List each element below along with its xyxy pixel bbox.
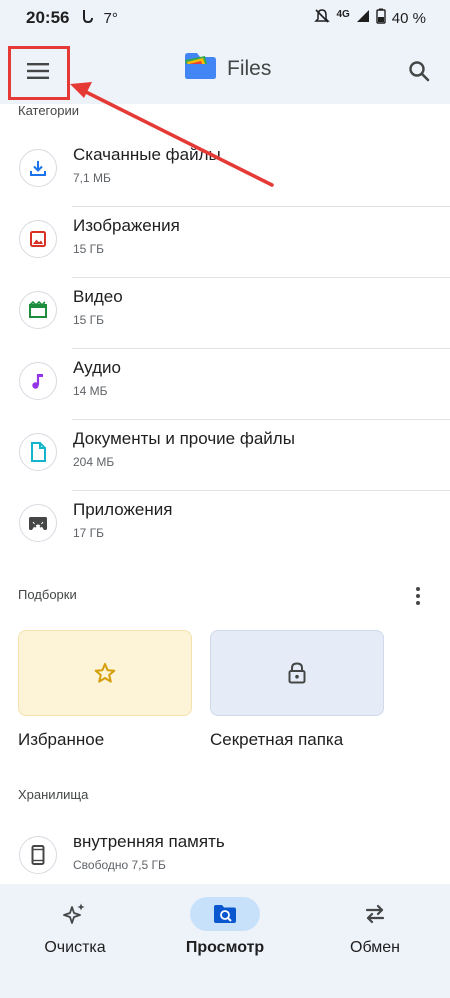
divider [72, 348, 450, 349]
safe-folder-label: Секретная папка [210, 730, 344, 749]
audio-icon [32, 374, 43, 389]
safe-folder-card[interactable] [210, 630, 384, 716]
nav-browse[interactable]: Просмотр [150, 884, 300, 998]
category-name: Видео [73, 287, 123, 306]
category-name: Скачанные файлы [73, 145, 221, 164]
divider [72, 206, 450, 207]
more-vert-icon [416, 587, 420, 591]
category-size: 14 МБ [73, 384, 108, 398]
app-title: Files [183, 52, 271, 86]
signal-icon [356, 9, 370, 27]
nav-share-label: Обмен [350, 939, 400, 956]
sparkle-icon [63, 903, 85, 924]
mute-icon [314, 8, 331, 28]
battery-level: 40 % [391, 9, 426, 27]
menu-button[interactable] [8, 45, 68, 97]
nav-clean-label: Очистка [44, 939, 106, 956]
battery-icon [376, 8, 386, 28]
storage-name: внутренняя память [73, 832, 225, 851]
favorites-card[interactable] [18, 630, 192, 716]
category-documents[interactable]: Документы и прочие файлы 204 МБ [0, 421, 450, 491]
download-icon [30, 161, 46, 176]
divider [72, 419, 450, 420]
video-icon [29, 301, 47, 318]
nav-browse-label: Просмотр [185, 939, 265, 956]
category-name: Приложения [73, 500, 173, 519]
document-icon [31, 442, 46, 462]
category-name: Аудио [73, 358, 121, 377]
category-downloads[interactable]: Скачанные файлы 7,1 МБ [0, 137, 450, 207]
files-logo-icon [183, 52, 217, 86]
favorites-label: Избранное [18, 730, 105, 749]
app-bar: Files [0, 36, 450, 104]
category-apps[interactable]: Приложения 17 ГБ [0, 492, 450, 562]
menu-icon [27, 63, 49, 79]
lock-icon [288, 662, 306, 684]
category-video[interactable]: Видео 15 ГБ [0, 279, 450, 349]
status-bar: 20:56 7° 4G 40 % [0, 0, 450, 36]
categories-label: Категории [18, 103, 79, 118]
category-audio[interactable]: Аудио 14 МБ [0, 350, 450, 420]
divider [72, 277, 450, 278]
category-size: 15 ГБ [73, 313, 105, 327]
divider [72, 490, 450, 491]
network-type: 4G [336, 8, 350, 20]
swap-icon [365, 904, 385, 924]
nav-clean[interactable]: Очистка [0, 884, 150, 998]
search-button[interactable] [402, 54, 436, 88]
image-icon [30, 231, 46, 247]
search-icon [409, 61, 430, 82]
phone-icon [31, 845, 45, 865]
collections-more-button[interactable] [408, 583, 428, 609]
category-size: 17 ГБ [73, 526, 105, 540]
category-size: 204 МБ [73, 455, 115, 469]
category-images[interactable]: Изображения 15 ГБ [0, 208, 450, 278]
bottom-navigation: Очистка Просмотр Обмен [0, 884, 450, 998]
category-name: Документы и прочие файлы [73, 429, 295, 448]
storage-free: Свободно 7,5 ГБ [73, 858, 166, 872]
star-icon [94, 663, 116, 683]
wifi-calling-icon [81, 9, 95, 27]
storage-label: Хранилища [18, 787, 89, 802]
category-name: Изображения [73, 216, 180, 235]
category-size: 15 ГБ [73, 242, 105, 256]
category-size: 7,1 МБ [73, 171, 111, 185]
collections-label: Подборки [18, 587, 77, 602]
status-temperature: 7° [103, 9, 118, 27]
android-icon [29, 517, 47, 530]
nav-share[interactable]: Обмен [300, 884, 450, 998]
status-time: 20:56 [26, 8, 70, 27]
app-title-text: Files [227, 57, 272, 80]
browse-folder-icon [214, 905, 236, 923]
